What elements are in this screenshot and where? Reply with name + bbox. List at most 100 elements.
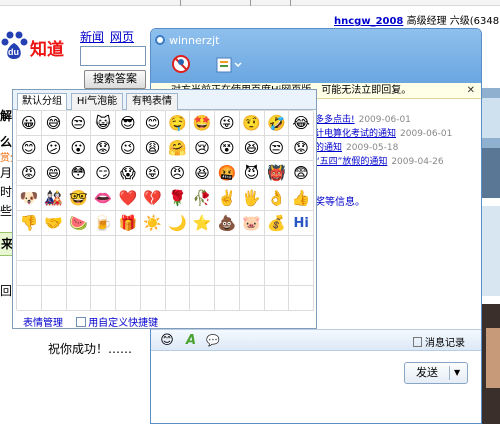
emoticon-cell[interactable]: 💰 <box>264 211 290 236</box>
emoticon-cell[interactable]: 😉 <box>116 136 141 161</box>
emoticon-cell[interactable]: 😡 <box>17 161 42 186</box>
message-line[interactable]: 的通知 2009-05-18 <box>315 140 398 153</box>
tab-default-group[interactable]: 默认分组 <box>17 93 67 111</box>
emoticon-cell[interactable]: 🍺 <box>91 211 116 236</box>
emoticon-cell[interactable]: 😈 <box>239 161 265 186</box>
nav-web[interactable]: 网页 <box>110 30 134 44</box>
emoticon-cell[interactable]: 😊 <box>140 111 166 136</box>
emoticon-empty-cell <box>239 286 265 311</box>
emoticon-cell[interactable]: 🤬 <box>215 161 240 186</box>
send-file-icon[interactable] <box>213 53 243 75</box>
emoticon-cell[interactable]: 😂 <box>289 111 314 136</box>
emoticon-cell[interactable]: 😏 <box>91 161 116 186</box>
emoticon-cell[interactable]: 🤨 <box>239 111 265 136</box>
emoticon-cell[interactable]: 🖐 <box>239 186 265 211</box>
emoticon-cell[interactable]: Hi <box>289 211 314 236</box>
search-answer-button[interactable]: 搜索答案 <box>84 70 146 89</box>
emoticon-cell[interactable]: 😆 <box>190 161 215 186</box>
emoticon-cell[interactable]: 😟 <box>91 136 116 161</box>
emoticon-cell[interactable]: 🤤 <box>165 111 191 136</box>
message-line[interactable]: “五四”放假的通知 2009-04-26 <box>315 154 444 167</box>
message-line[interactable]: 多多点击! 2009-06-01 <box>315 112 411 125</box>
emoticon-cell[interactable]: 😟 <box>289 136 314 161</box>
emoticon-cell[interactable]: 😮 <box>66 136 92 161</box>
emoticon-cell[interactable]: 😀 <box>17 111 42 136</box>
chat-toolbar: 😊 A 💬 消息记录 <box>151 329 481 351</box>
emoticon-cell[interactable]: 🐷 <box>239 211 265 236</box>
tab-duck-emoticons[interactable]: 有鸭表情 <box>126 93 178 110</box>
user-link[interactable]: hncgw_2008 <box>334 16 403 27</box>
emoticon-cell[interactable]: 😵 <box>215 136 240 161</box>
emoticon-cell[interactable]: 🌹 <box>165 186 191 211</box>
emoticon-cell[interactable]: 😒 <box>264 136 290 161</box>
emoticon-cell[interactable]: 👍 <box>289 186 314 211</box>
emoticon-cell[interactable]: 🤗 <box>165 136 191 161</box>
emoticon-cell[interactable]: 🎎 <box>41 186 67 211</box>
tab-hi-bubble[interactable]: Hi气泡能 <box>71 93 123 110</box>
emoticon-empty-cell <box>165 261 191 286</box>
emoticon-cell[interactable]: 😒 <box>66 111 92 136</box>
emoticon-cell[interactable]: 🤩 <box>190 111 215 136</box>
emoticon-cell[interactable]: 💩 <box>215 211 240 236</box>
emoticon-cell[interactable]: 😱 <box>116 161 141 186</box>
emoticon-cell[interactable]: ❤️ <box>116 186 141 211</box>
emoticon-cell[interactable]: 💔 <box>140 186 166 211</box>
emoticon-empty-cell <box>215 261 240 286</box>
emoticon-cell[interactable]: 🌙 <box>165 211 191 236</box>
emoticon-cell[interactable]: 😳 <box>66 161 92 186</box>
message-history-button[interactable]: 消息记录 <box>413 334 465 349</box>
emoticon-cell[interactable]: 😄 <box>41 161 67 186</box>
emoticon-cell[interactable]: 🤝 <box>41 211 67 236</box>
emoticon-cell[interactable]: 👄 <box>91 186 116 211</box>
manage-emoticons-link[interactable]: 表情管理 <box>23 318 63 329</box>
emoticon-empty-cell <box>66 236 92 261</box>
emoticon-cell[interactable]: 🐶 <box>17 186 42 211</box>
baidu-logo[interactable]: du 知道 <box>0 27 72 65</box>
emoticon-empty-cell <box>140 261 166 286</box>
emoticon-empty-cell <box>91 286 116 311</box>
custom-shortcut-option[interactable]: 用自定义快捷键 <box>76 317 159 329</box>
emoticon-cell[interactable]: 😅 <box>41 111 67 136</box>
send-button[interactable]: 发送 ▼ <box>404 362 468 384</box>
emoticon-cell[interactable]: 😕 <box>41 136 67 161</box>
emoticon-icon[interactable]: 😊 <box>160 333 174 348</box>
close-icon[interactable]: ✕ <box>467 83 475 98</box>
emoticon-empty-cell <box>17 236 42 261</box>
emoticon-cell[interactable]: 😝 <box>140 161 166 186</box>
emoticon-cell[interactable]: ☀️ <box>140 211 166 236</box>
bubble-icon[interactable]: 💬 <box>206 333 220 347</box>
block-user-icon[interactable] <box>171 53 191 75</box>
emoticon-cell[interactable]: 🍉 <box>66 211 92 236</box>
emoticon-cell[interactable]: 😺 <box>91 111 116 136</box>
emoticon-cell[interactable]: 🤓 <box>66 186 92 211</box>
emoticon-cell[interactable]: ⭐ <box>190 211 215 236</box>
nav-news[interactable]: 新闻 <box>80 30 104 44</box>
emoticon-cell[interactable]: 👹 <box>264 161 290 186</box>
emoticon-empty-cell <box>17 286 42 311</box>
checkbox[interactable] <box>76 317 87 327</box>
emoticon-empty-cell <box>140 286 166 311</box>
picker-tabs: 默认分组 Hi气泡能 有鸭表情 <box>13 90 316 111</box>
emoticon-cell[interactable]: 🤣 <box>264 111 290 136</box>
emoticon-cell[interactable]: ✌️ <box>215 186 240 211</box>
emoticon-cell[interactable]: 😎 <box>116 111 141 136</box>
user-rank: 高级经理 六级(6348) <box>406 16 500 27</box>
message-line[interactable]: 计电算化考试的通知 2009-06-01 <box>315 126 452 139</box>
custom-shortcut-label: 用自定义快捷键 <box>88 318 159 329</box>
emoticon-cell[interactable]: 😊 <box>17 136 42 161</box>
font-icon[interactable]: A <box>184 333 198 348</box>
emoticon-cell[interactable]: 👎 <box>17 211 42 236</box>
emoticon-cell[interactable]: 😢 <box>190 136 215 161</box>
composed-text: 祝你成功！…… <box>48 342 133 356</box>
emoticon-cell[interactable]: 🎁 <box>116 211 141 236</box>
emoticon-cell[interactable]: 👌 <box>264 186 290 211</box>
emoticon-cell[interactable]: 😠 <box>165 161 191 186</box>
emoticon-cell[interactable]: 😜 <box>215 111 240 136</box>
emoticon-cell[interactable]: 🥀 <box>190 186 215 211</box>
emoticon-empty-cell <box>165 236 191 261</box>
emoticon-cell[interactable]: 😨 <box>289 161 314 186</box>
emoticon-cell[interactable]: 😩 <box>140 136 166 161</box>
emoticon-cell[interactable]: 😆 <box>239 136 265 161</box>
search-input[interactable] <box>80 46 146 66</box>
chevron-down-icon[interactable]: ▼ <box>454 363 460 383</box>
